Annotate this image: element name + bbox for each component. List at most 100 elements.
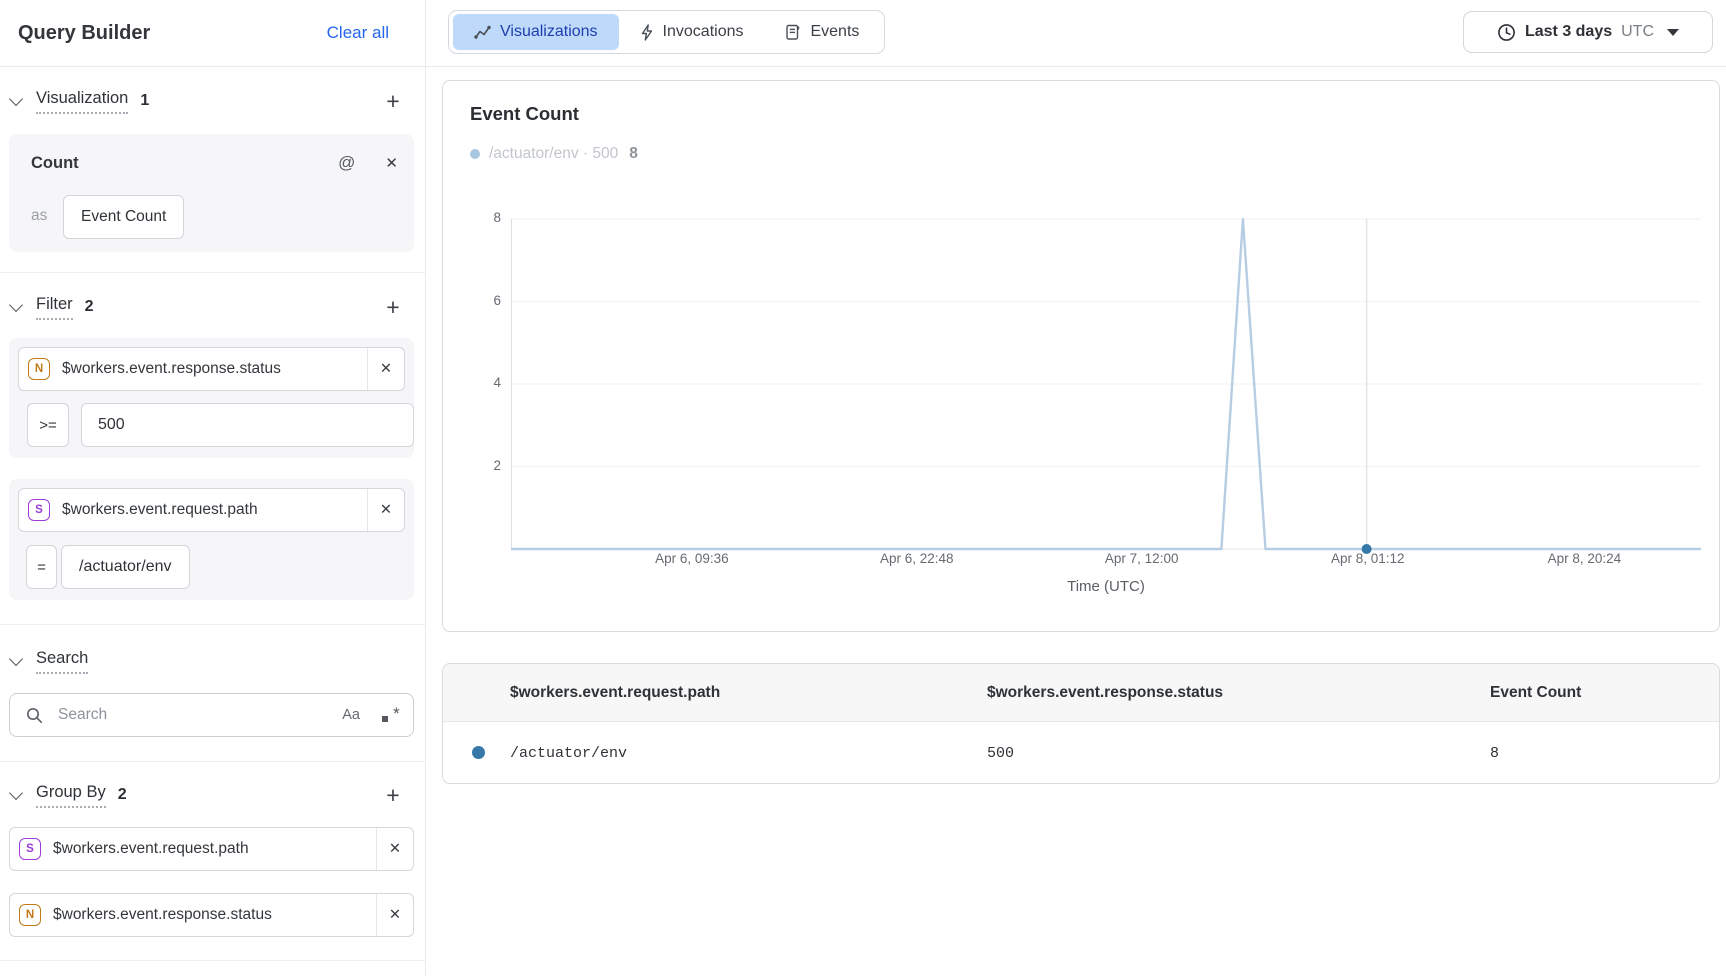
legend-dot <box>470 149 480 159</box>
filter-operator-select[interactable]: = <box>26 545 57 589</box>
regex-icon[interactable]: * <box>382 707 399 724</box>
column-header: $workers.event.request.path <box>510 664 720 721</box>
visualization-card: Count @ ✕ as Event Count <box>9 134 414 252</box>
section-filter-label[interactable]: Filter <box>36 295 73 320</box>
filter-field-select[interactable]: N $workers.event.response.status ✕ <box>18 347 405 391</box>
group-by-field-name: $workers.event.request.path <box>53 840 376 858</box>
filter-field-name: $workers.event.request.path <box>62 501 367 519</box>
as-label: as <box>31 207 47 225</box>
time-range-label: Last 3 days <box>1525 23 1612 41</box>
divider <box>0 960 425 961</box>
chart-title: Event Count <box>470 103 579 125</box>
view-tabs: Visualizations Invocations Events <box>448 10 885 54</box>
filter-value-input[interactable]: /actuator/env <box>61 545 190 589</box>
chart-legend[interactable]: /actuator/env · 500 8 <box>470 145 638 163</box>
string-type-badge: S <box>28 499 50 521</box>
filter-field-name: $workers.event.response.status <box>62 360 367 378</box>
chevron-down-icon[interactable] <box>9 92 23 106</box>
metric-name[interactable]: Count <box>31 154 338 173</box>
results-table: $workers.event.request.path $workers.eve… <box>442 663 1720 784</box>
sidebar-header: Query Builder Clear all <box>0 0 425 66</box>
column-header: $workers.event.response.status <box>987 664 1223 721</box>
chevron-down-icon[interactable] <box>9 298 23 312</box>
section-visualization-header: Visualization 1 + <box>0 88 425 114</box>
table-row[interactable]: /actuator/env 500 8 <box>443 722 1719 784</box>
number-type-badge: N <box>28 358 50 380</box>
y-tick-label: 2 <box>451 458 501 473</box>
query-builder-app: Query Builder Clear all Visualization 1 … <box>0 0 1726 976</box>
legend-series-value: 8 <box>629 145 638 163</box>
timezone-label: UTC <box>1621 23 1654 41</box>
regex-square <box>382 716 388 722</box>
clock-icon <box>1497 23 1516 42</box>
cell-request-path: /actuator/env <box>510 722 627 784</box>
tab-invocations[interactable]: Invocations <box>619 14 765 50</box>
y-tick-label: 6 <box>451 293 501 308</box>
filter-count: 2 <box>85 298 94 316</box>
clear-all-link[interactable]: Clear all <box>327 23 389 43</box>
group-by-field[interactable]: N $workers.event.response.status ✕ <box>9 893 414 937</box>
line-chart-icon <box>474 25 491 40</box>
alias-input[interactable]: Event Count <box>63 195 184 239</box>
time-range-button[interactable]: Last 3 days UTC <box>1463 11 1713 53</box>
legend-series-label: /actuator/env · 500 <box>489 145 618 163</box>
caret-down-icon <box>1667 29 1679 36</box>
visualization-metric-row: Count @ ✕ <box>31 150 398 176</box>
search-input[interactable] <box>56 705 342 725</box>
add-visualization-button[interactable]: + <box>380 88 406 114</box>
section-group-by-header: Group By 2 + <box>0 782 425 808</box>
filter-item: N $workers.event.response.status ✕ >= 50… <box>9 338 414 458</box>
close-icon[interactable]: ✕ <box>376 828 413 870</box>
number-type-badge: N <box>19 904 41 926</box>
y-tick-label: 4 <box>451 375 501 390</box>
column-header: Event Count <box>1490 664 1581 721</box>
close-icon[interactable]: ✕ <box>367 348 404 390</box>
sidebar-divider <box>425 0 426 976</box>
tab-label: Events <box>810 23 859 41</box>
group-by-field-name: $workers.event.response.status <box>53 906 376 924</box>
close-icon[interactable]: ✕ <box>376 894 413 936</box>
tab-label: Visualizations <box>500 23 598 41</box>
add-group-by-button[interactable]: + <box>380 782 406 808</box>
chart-plot[interactable] <box>511 211 1701 557</box>
section-group-by-label[interactable]: Group By <box>36 783 106 808</box>
section-search-header: Search <box>0 648 425 674</box>
string-type-badge: S <box>19 838 41 860</box>
visualization-count: 1 <box>140 92 149 110</box>
divider <box>0 761 425 762</box>
section-filter-header: Filter 2 + <box>0 294 425 320</box>
divider <box>0 624 425 625</box>
regex-asterisk: * <box>392 704 399 724</box>
filter-value-input[interactable]: 500 <box>81 403 414 447</box>
close-icon[interactable]: ✕ <box>367 489 404 531</box>
series-color-dot <box>472 746 485 759</box>
divider <box>0 272 425 273</box>
group-by-count: 2 <box>118 786 127 804</box>
section-visualization-label[interactable]: Visualization <box>36 89 128 114</box>
group-by-field[interactable]: S $workers.event.request.path ✕ <box>9 827 414 871</box>
cell-event-count: 8 <box>1490 722 1499 784</box>
page-title: Query Builder <box>18 22 327 45</box>
filter-item: S $workers.event.request.path ✕ = /actua… <box>9 479 414 600</box>
filter-operator-select[interactable]: >= <box>27 403 69 447</box>
section-search-label[interactable]: Search <box>36 649 88 674</box>
chart-card: Event Count /actuator/env · 500 8 2468 A… <box>442 80 1720 632</box>
y-tick-label: 8 <box>451 210 501 225</box>
lightning-icon <box>640 24 654 41</box>
case-sensitivity-icon[interactable]: Aa <box>342 707 360 723</box>
tab-visualizations[interactable]: Visualizations <box>453 14 619 50</box>
search-field: Aa * <box>9 693 414 737</box>
chevron-down-icon[interactable] <box>9 652 23 666</box>
search-icon <box>26 707 43 724</box>
chevron-down-icon[interactable] <box>9 786 23 800</box>
add-filter-button[interactable]: + <box>380 294 406 320</box>
cell-response-status: 500 <box>987 722 1014 784</box>
filter-field-select[interactable]: S $workers.event.request.path ✕ <box>18 488 405 532</box>
tab-events[interactable]: Events <box>764 14 880 50</box>
topbar-divider <box>0 66 1726 67</box>
x-axis-title: Time (UTC) <box>1067 578 1145 595</box>
tab-label: Invocations <box>663 23 744 41</box>
table-header-row: $workers.event.request.path $workers.eve… <box>443 664 1719 722</box>
at-icon[interactable]: @ <box>338 153 355 173</box>
close-icon[interactable]: ✕ <box>385 154 398 172</box>
